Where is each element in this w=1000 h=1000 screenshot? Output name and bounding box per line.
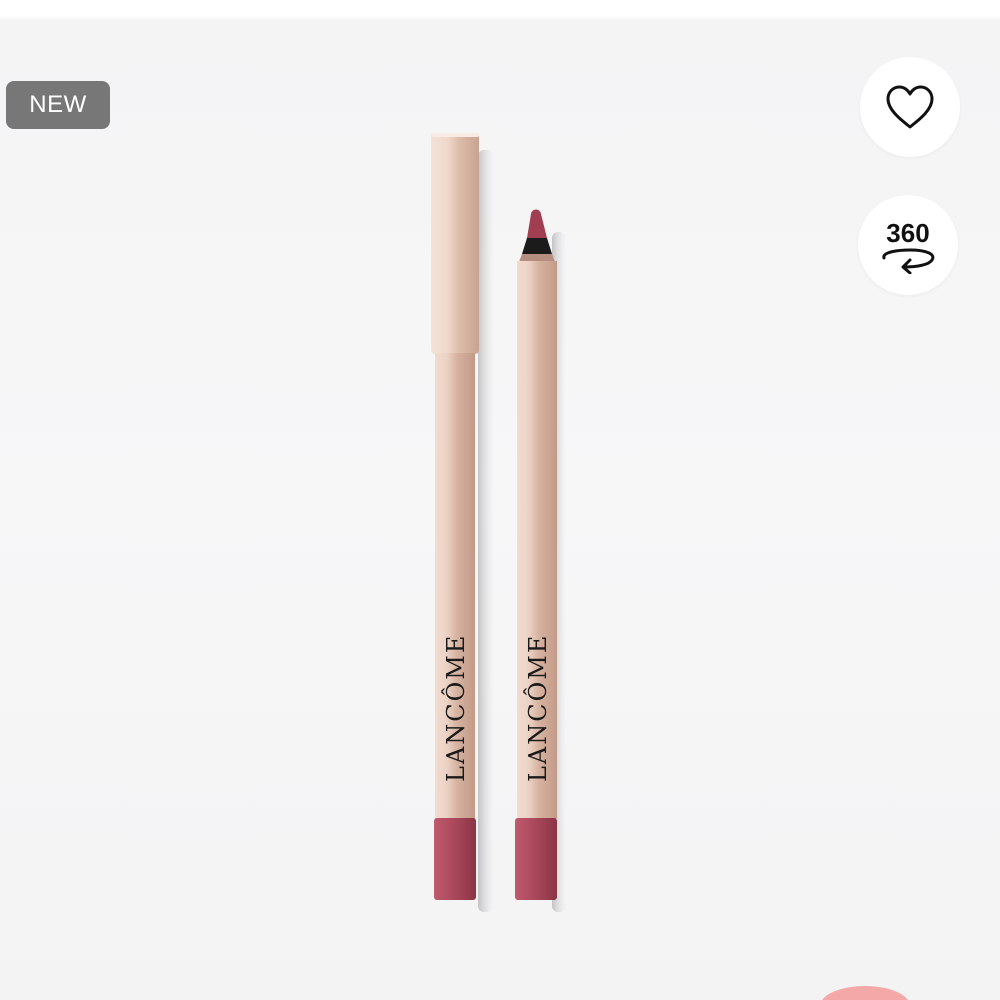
pencil-cap (431, 133, 479, 354)
pencil-shadow (478, 150, 494, 912)
capped-pencil (431, 133, 479, 900)
product-image-viewer: NEW 360 LANCÔME LANCÔME (0, 0, 1000, 1000)
brand-logo: LANCÔME (523, 634, 552, 782)
uncapped-pencil (515, 209, 557, 900)
brand-logo: LANCÔME (441, 634, 470, 782)
pencil-end-tip (434, 818, 476, 900)
product-image: LANCÔME LANCÔME (431, 133, 566, 912)
pencil-end-tip (515, 818, 557, 900)
pencil-lead (527, 209, 547, 238)
